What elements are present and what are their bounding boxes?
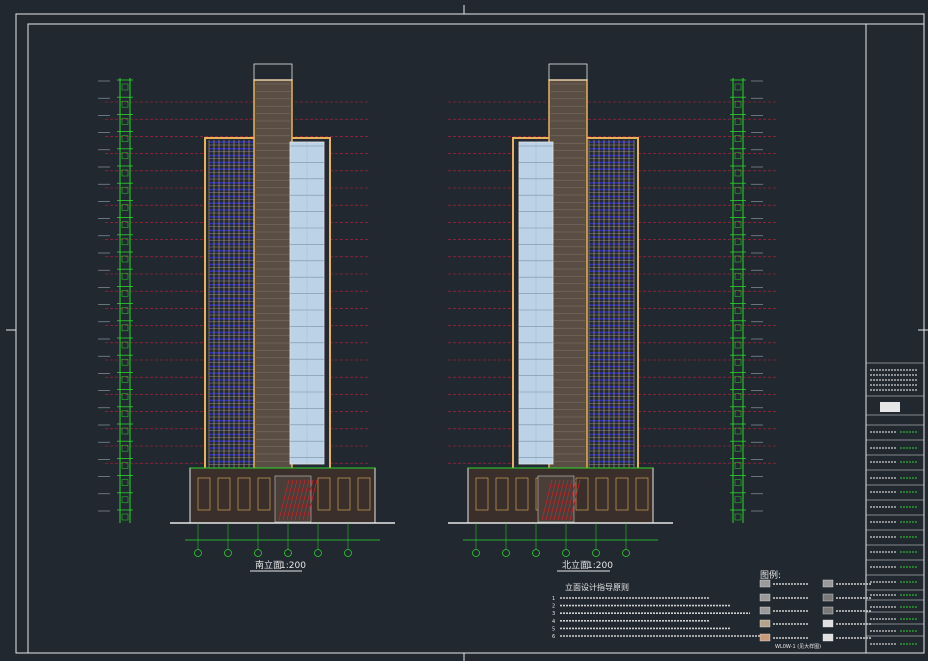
- legend-swatch: [822, 606, 834, 615]
- left-elevation-scale: 1:200: [280, 561, 306, 571]
- dimension-mark: [121, 513, 129, 521]
- legend-swatch: [822, 579, 834, 588]
- roof-crown: [548, 63, 588, 81]
- dimension-mark: [734, 479, 742, 486]
- axis-bubble: [472, 549, 480, 557]
- dimension-mark: [121, 83, 129, 91]
- roof-crown: [253, 63, 293, 81]
- legend-swatch: [822, 619, 834, 628]
- notes-title: 立面设计指导原则: [565, 582, 629, 592]
- axis-bubble: [622, 549, 630, 557]
- axis-bubble: [344, 549, 352, 557]
- axis-bubble: [254, 549, 262, 557]
- title-block: [865, 23, 925, 654]
- design-notes: 立面设计指导原则 1 23 45 6: [552, 582, 760, 640]
- dimension-mark: [734, 496, 742, 504]
- cad-drawing-sheet: 南立面 1:200 北立面 1:200 立面设计指导原则 1 23 45 6 图例: …: [0, 0, 928, 661]
- legend-swatch: [759, 619, 771, 628]
- legend-title: 图例:: [760, 569, 781, 581]
- legend-swatch: [759, 593, 771, 602]
- note-number: 4: [552, 619, 555, 625]
- legend-swatch: [822, 633, 834, 642]
- note-number: 1: [552, 596, 555, 602]
- outer-frame: [15, 13, 925, 654]
- axis-bubble: [194, 549, 202, 557]
- title-block-border: [865, 23, 925, 654]
- legend-swatch: [759, 633, 771, 642]
- dimension-mark: [734, 513, 742, 521]
- note-number: 5: [552, 626, 555, 632]
- legend: 图例: WL0W-1 (见大样图): [759, 569, 871, 650]
- dimension-mark: [121, 496, 129, 504]
- axis-bubble: [314, 549, 322, 557]
- dimension-mark: [734, 83, 742, 91]
- legend-swatch: [759, 606, 771, 615]
- axis-bubble: [224, 549, 232, 557]
- axis-bubble: [284, 549, 292, 557]
- axis-bubble: [562, 549, 570, 557]
- right-elevation-title: 北立面: [562, 559, 589, 571]
- axis-bubble: [502, 549, 510, 557]
- company-logo: [880, 402, 900, 412]
- north-elevation: [448, 63, 778, 557]
- dimension-mark: [121, 479, 129, 486]
- note-number: 6: [552, 634, 555, 640]
- core-shaft: [548, 79, 588, 471]
- note-number: 2: [552, 604, 555, 610]
- south-elevation: [98, 63, 395, 557]
- elevation-drawing: 南立面 1:200 北立面 1:200 立面设计指导原则 1 23 45 6 图例: …: [6, 5, 928, 661]
- note-number: 3: [552, 611, 555, 617]
- right-elevation-scale: 1:200: [587, 561, 613, 571]
- core-shaft: [253, 79, 293, 471]
- axis-bubble: [532, 549, 540, 557]
- axis-bubble: [592, 549, 600, 557]
- legend-item-detail: WL0W-1 (见大样图): [775, 643, 821, 650]
- legend-swatch: [822, 593, 834, 602]
- left-elevation-title: 南立面: [255, 559, 282, 571]
- legend-swatch: [759, 579, 771, 588]
